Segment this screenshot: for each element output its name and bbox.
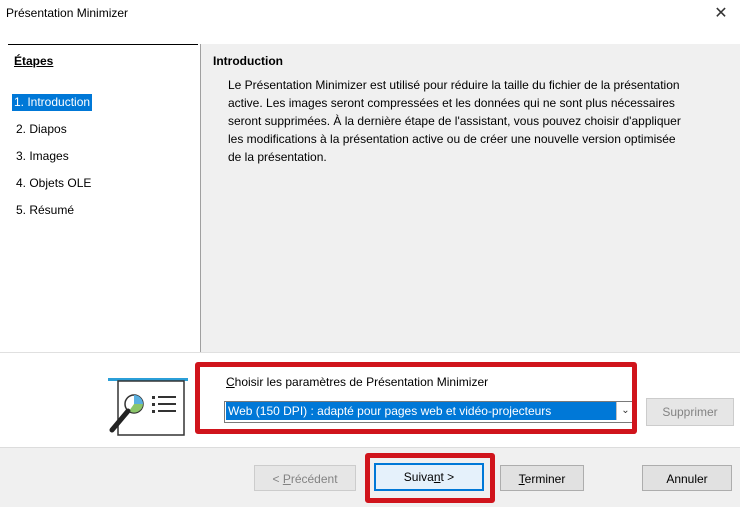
step-introduction[interactable]: 1. Introduction [12, 94, 93, 111]
window-title: Présentation Minimizer [6, 6, 129, 20]
description-line: Le Présentation Minimizer est utilisé po… [228, 78, 680, 92]
next-highlight-box [365, 453, 495, 503]
settings-highlight-box [195, 362, 637, 434]
section-divider [0, 352, 740, 353]
content-description: Le Présentation Minimizer est utilisé po… [228, 76, 723, 166]
step-objets-ole[interactable]: 4. Objets OLE [14, 175, 93, 192]
steps-title: Étapes [14, 54, 54, 68]
previous-label-post: récédent [290, 472, 338, 486]
step-diapos[interactable]: 2. Diapos [14, 121, 69, 138]
content-title: Introduction [213, 54, 283, 68]
step-resume[interactable]: 5. Résumé [14, 202, 76, 219]
description-line: les modifications à la présentation acti… [228, 132, 676, 146]
previous-label-pre: < [272, 472, 283, 486]
step-images[interactable]: 3. Images [14, 148, 71, 165]
previous-label-mnemonic: P [282, 472, 291, 486]
delete-button[interactable]: Supprimer [646, 398, 734, 426]
description-line: active. Les images seront compressées et… [228, 96, 675, 110]
description-line: seront supprimées. À la dernière étape d… [228, 114, 681, 128]
cancel-button[interactable]: Annuler [642, 465, 732, 491]
finish-label-post: erminer [524, 472, 566, 486]
steps-divider [8, 44, 198, 45]
description-line: de la présentation. [228, 150, 327, 164]
previous-button[interactable]: < Précédent [254, 465, 356, 491]
presentation-chart-magnifier-icon [104, 376, 188, 440]
close-button[interactable]: ✕ [708, 2, 734, 26]
finish-button[interactable]: Terminer [500, 465, 584, 491]
